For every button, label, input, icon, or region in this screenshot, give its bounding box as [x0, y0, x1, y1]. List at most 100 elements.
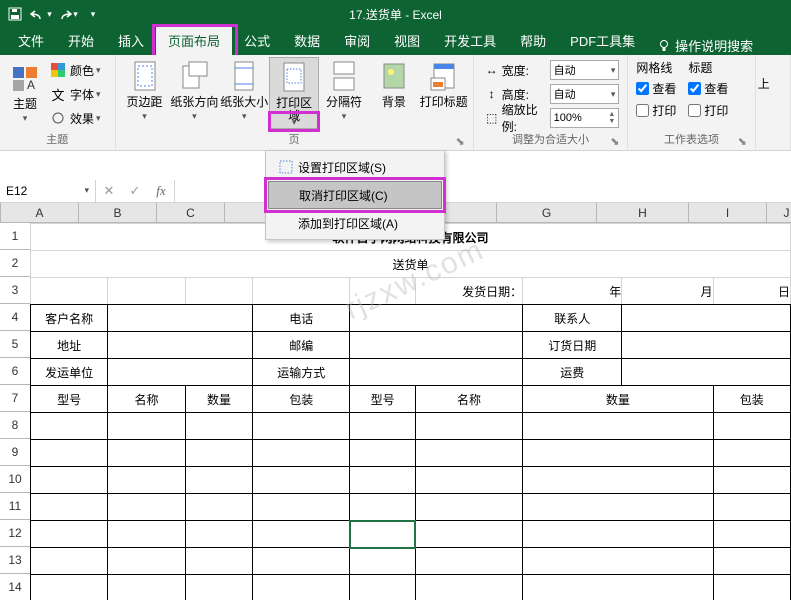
row-header[interactable]: 1: [0, 223, 30, 250]
width-select[interactable]: 自动▾: [550, 60, 620, 80]
group-label-sheet-options: 工作表选项⬊: [632, 129, 750, 150]
row-header[interactable]: 6: [0, 358, 30, 385]
effects-icon: [49, 109, 67, 127]
tab-insert[interactable]: 插入: [106, 26, 156, 55]
fx-icon[interactable]: fx: [148, 183, 174, 199]
redo-icon[interactable]: ▾: [56, 3, 78, 25]
set-print-area-item[interactable]: 设置打印区域(S): [268, 153, 442, 181]
tab-review[interactable]: 审阅: [332, 26, 382, 55]
height-select[interactable]: 自动▾: [550, 84, 620, 104]
undo-icon[interactable]: ▾: [30, 3, 52, 25]
col-header[interactable]: B: [79, 203, 157, 222]
titlebar: ▾ ▾ ▾ 17.送货单 - Excel: [0, 0, 791, 28]
headings-view-checkbox[interactable]: 查看: [688, 78, 728, 98]
bring-forward-button[interactable]: 上: [758, 57, 788, 92]
row-header[interactable]: 2: [0, 250, 30, 277]
quick-access-toolbar: ▾ ▾ ▾: [4, 3, 104, 25]
width-icon: ↔: [482, 63, 502, 77]
clear-print-area-item[interactable]: 取消打印区域(C): [268, 181, 442, 209]
row-header[interactable]: 9: [0, 439, 30, 466]
breaks-icon: [326, 59, 362, 95]
effects-button[interactable]: 效果▾: [49, 107, 111, 129]
tab-home[interactable]: 开始: [56, 26, 106, 55]
spreadsheet-grid: rjzxw.com ABCDEFGHIJ 1234567891011121314…: [0, 203, 791, 600]
save-icon[interactable]: [4, 3, 26, 25]
colors-button[interactable]: 颜色▾: [49, 59, 111, 81]
gridlines-view-checkbox[interactable]: 查看: [636, 78, 676, 98]
print-area-button[interactable]: 打印区域 ▾: [269, 57, 319, 129]
cancel-icon[interactable]: ✕: [96, 183, 122, 199]
row-header[interactable]: 8: [0, 412, 30, 439]
gridlines-print-checkbox[interactable]: 打印: [636, 100, 676, 120]
tell-me[interactable]: 操作说明搜索: [657, 36, 753, 55]
tab-page-layout[interactable]: 页面布局: [156, 26, 232, 55]
customize-qat-icon[interactable]: ▾: [82, 3, 104, 25]
col-header[interactable]: A: [1, 203, 79, 222]
group-label-themes: 主题: [4, 129, 111, 150]
scale-input[interactable]: 100%▲▼: [550, 108, 620, 128]
row-header[interactable]: 11: [0, 493, 30, 520]
group-label-page-setup: 页⬊: [120, 129, 469, 150]
col-header[interactable]: J: [767, 203, 791, 222]
themes-button[interactable]: A 主题▾: [5, 59, 45, 127]
scale-icon: ⬚: [482, 111, 502, 125]
height-icon: ↕: [482, 87, 502, 101]
print-area-dropdown[interactable]: ▾: [270, 113, 318, 130]
fonts-button[interactable]: 文字体▾: [49, 83, 111, 105]
headings-print-checkbox[interactable]: 打印: [688, 100, 728, 120]
tab-help[interactable]: 帮助: [508, 26, 558, 55]
tab-data[interactable]: 数据: [282, 26, 332, 55]
breaks-button[interactable]: 分隔符▾: [319, 57, 369, 129]
enter-icon[interactable]: ✓: [122, 183, 148, 199]
group-label-scale: 调整为合适大小⬊: [478, 129, 624, 150]
svg-text:A: A: [27, 78, 35, 92]
row-header[interactable]: 13: [0, 547, 30, 574]
row-header[interactable]: 14: [0, 574, 30, 600]
size-icon: [226, 59, 262, 95]
add-print-area-item[interactable]: 添加到打印区域(A): [268, 209, 442, 237]
themes-icon: A: [7, 61, 43, 97]
group-sheet-options: 网格线 查看 打印 标题 查看 打印 工作表选项⬊: [628, 55, 755, 150]
orientation-icon: [176, 59, 212, 95]
tab-view[interactable]: 视图: [382, 26, 432, 55]
print-area-icon: [276, 60, 312, 96]
dialog-launcher-icon[interactable]: ⬊: [736, 135, 749, 148]
fonts-icon: 文: [49, 85, 67, 103]
group-arrange: 上: [756, 55, 791, 150]
tab-developer[interactable]: 开发工具: [432, 26, 508, 55]
ribbon-tabs: 文件 开始 插入 页面布局 公式 数据 审阅 视图 开发工具 帮助 PDF工具集…: [0, 28, 791, 55]
row-header[interactable]: 7: [0, 385, 30, 412]
col-header[interactable]: H: [597, 203, 689, 222]
tab-formulas[interactable]: 公式: [232, 26, 282, 55]
background-icon: [376, 59, 412, 95]
dialog-launcher-icon[interactable]: ⬊: [608, 135, 621, 148]
window-title: 17.送货单 - Excel: [349, 6, 442, 23]
tab-file[interactable]: 文件: [6, 26, 56, 55]
group-scale: ↔宽度:自动▾ ↕高度:自动▾ ⬚缩放比例:100%▲▼ 调整为合适大小⬊: [474, 55, 629, 150]
row-header[interactable]: 4: [0, 304, 30, 331]
row-header[interactable]: 5: [0, 331, 30, 358]
size-button[interactable]: 纸张大小▾: [219, 57, 269, 129]
row-header[interactable]: 10: [0, 466, 30, 493]
orientation-button[interactable]: 纸张方向▾: [169, 57, 219, 129]
col-header[interactable]: G: [497, 203, 597, 222]
name-box[interactable]: E12▾: [0, 180, 96, 202]
dialog-launcher-icon[interactable]: ⬊: [454, 135, 467, 148]
row-header[interactable]: 12: [0, 520, 30, 547]
tab-pdf[interactable]: PDF工具集: [558, 26, 647, 55]
print-titles-button[interactable]: 打印标题: [419, 57, 469, 129]
ribbon: A 主题▾ 颜色▾ 文字体▾ 效果▾ 主题 页边距▾ 纸张方向▾ 纸张大小▾ 打…: [0, 55, 791, 151]
bulb-icon: [657, 39, 671, 53]
margins-button[interactable]: 页边距▾: [120, 57, 170, 129]
set-area-icon: [274, 159, 298, 175]
background-button[interactable]: 背景: [369, 57, 419, 129]
row-header[interactable]: 3: [0, 277, 30, 304]
select-all-corner[interactable]: [0, 203, 1, 222]
print-titles-icon: [426, 59, 462, 95]
col-header[interactable]: C: [157, 203, 225, 222]
data-table[interactable]: 软件自学网网络科技有限公司送货单发货日期：年月日客户名称电话联系人地址邮编订货日…: [30, 223, 791, 600]
gridlines-label: 网格线: [636, 59, 676, 76]
print-area-menu: 设置打印区域(S) 取消打印区域(C) 添加到打印区域(A): [265, 150, 445, 240]
group-themes: A 主题▾ 颜色▾ 文字体▾ 效果▾ 主题: [0, 55, 116, 150]
col-header[interactable]: I: [689, 203, 767, 222]
